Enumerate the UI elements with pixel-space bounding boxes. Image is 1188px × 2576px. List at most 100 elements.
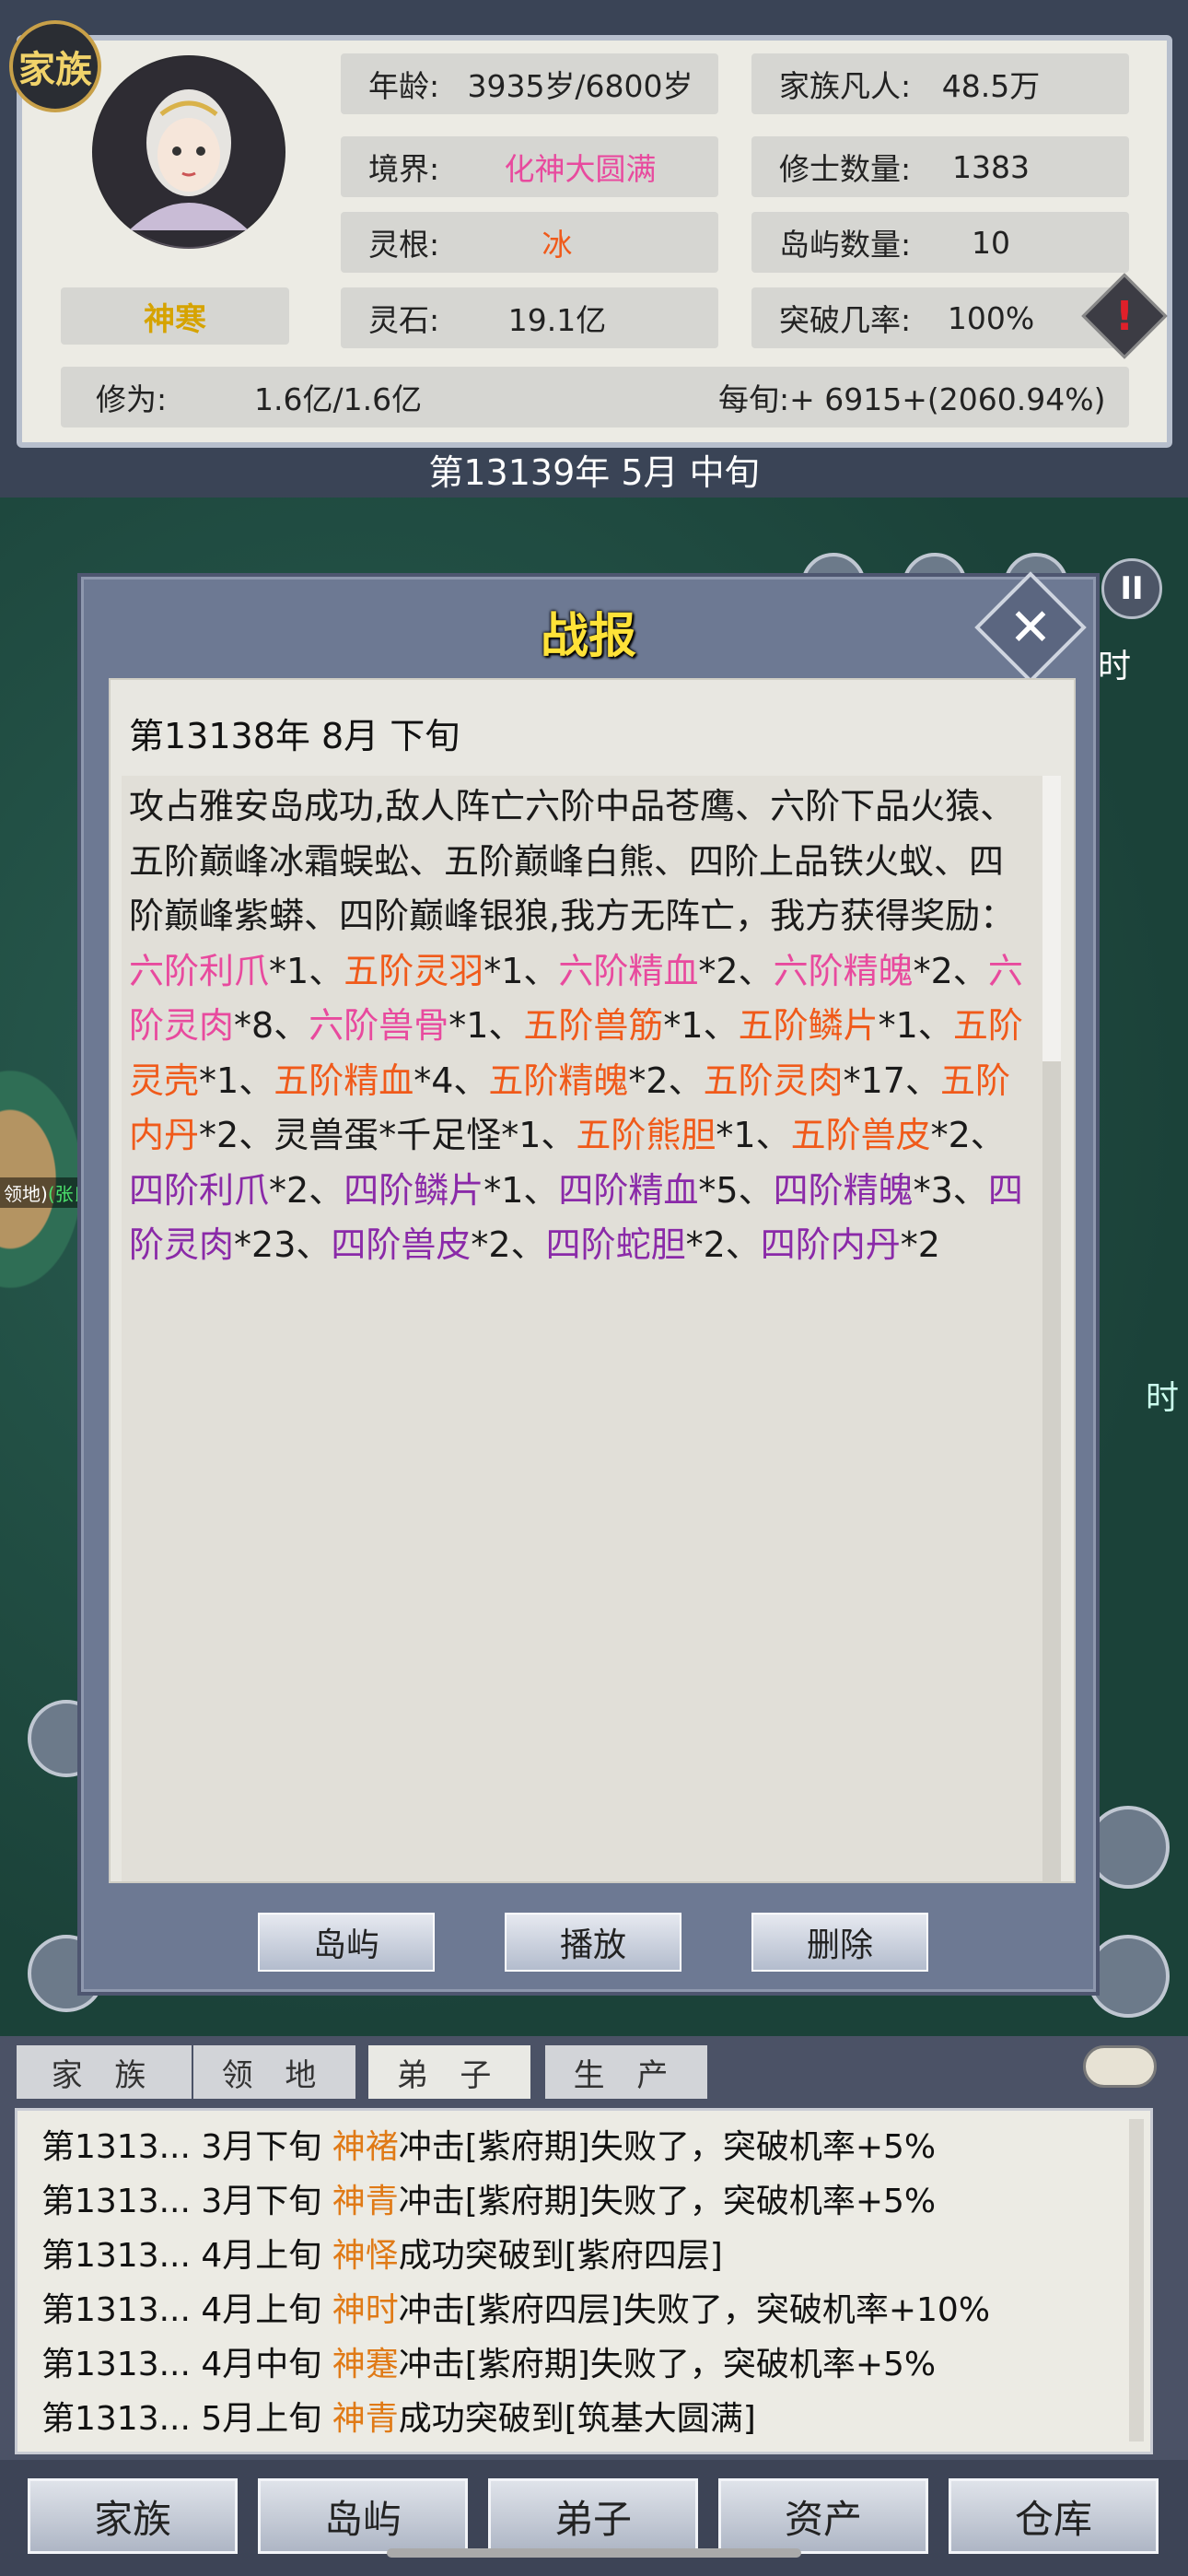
- reward-item: 四阶兽皮: [331, 1224, 472, 1265]
- spirit-stone-stat: 灵石: 19.1亿: [341, 287, 718, 348]
- tab-disciples[interactable]: 弟 子: [368, 2045, 530, 2099]
- report-segment: *23、: [234, 1224, 332, 1265]
- nav-islands[interactable]: 岛屿: [258, 2478, 468, 2554]
- reward-item: 五阶灵肉: [703, 1060, 844, 1101]
- islands-stat: 岛屿数量: 10: [751, 212, 1129, 273]
- cultivation-value: 1.6亿/1.6亿: [254, 381, 423, 417]
- reward-item: 四阶精魄: [773, 1169, 914, 1211]
- mortals-value: 48.5万: [941, 68, 1041, 104]
- character-name[interactable]: 神寒: [61, 287, 289, 345]
- realm-value: 化神大圆满: [504, 151, 657, 187]
- realm-stat: 境界: 化神大圆满: [341, 136, 718, 197]
- reward-item: 五阶兽皮: [790, 1115, 931, 1155]
- reward-item: 四阶蛇胆: [545, 1224, 686, 1265]
- cultivators-value: 1383: [952, 148, 1030, 185]
- spirit-root-stat: 灵根: 冰: [341, 212, 718, 273]
- clan-badge[interactable]: 家族: [9, 20, 101, 112]
- report-segment: *2、: [685, 1224, 761, 1265]
- event-log-list[interactable]: 第1313... 3月下旬 神褚冲击[紫府期]失败了，突破机率+5% 第1313…: [15, 2108, 1153, 2454]
- age-label: 年龄:: [368, 68, 440, 104]
- report-segment: *2、: [628, 1060, 704, 1101]
- nav-assets[interactable]: 资产: [718, 2478, 928, 2554]
- report-segment: *2、: [913, 950, 988, 991]
- report-segment: *2、: [269, 1169, 344, 1211]
- report-segment: *1、: [448, 1005, 524, 1046]
- log-row: 第1313... 4月中旬 神蹇冲击[紫府期]失败了，突破机率+5%: [41, 2346, 937, 2383]
- log-scrollbar[interactable]: [1129, 2119, 1144, 2441]
- character-avatar[interactable]: [92, 55, 285, 249]
- log-row: 第1313... 3月下旬 神青冲击[紫府期]失败了，突破机率+5%: [41, 2183, 937, 2220]
- reward-item: 五阶鳞片: [738, 1005, 879, 1046]
- age-value: 3935岁/6800岁: [467, 68, 693, 104]
- report-segment: *5、: [698, 1169, 774, 1211]
- cultivation-label: 修为:: [96, 381, 168, 417]
- battle-report-dialog: 战报 ✕ 第13138年 8月 下旬 攻占雅安岛成功,敌人阵亡六阶中品苍鹰、六阶…: [77, 571, 1100, 1996]
- report-segment: 攻占雅安岛成功,敌人阵亡六阶中品苍鹰、六阶下品火猿、五阶巅峰冰霜蜈蚣、五阶巅峰白…: [129, 786, 1016, 936]
- log-row: 第1313... 5月上旬 神青成功突破到[筑基大圆满]: [41, 2400, 756, 2438]
- reward-item: 五阶精血: [274, 1060, 414, 1101]
- reward-item: 五阶熊胆: [576, 1115, 716, 1155]
- report-segment: *2: [900, 1224, 940, 1265]
- reward-item: 四阶精血: [558, 1169, 699, 1211]
- report-segment: *1、: [878, 1005, 953, 1046]
- tab-clan[interactable]: 家 族: [17, 2045, 192, 2099]
- report-segment: *1、: [483, 950, 559, 991]
- report-scrollbar[interactable]: [1042, 776, 1061, 1881]
- report-text: 攻占雅安岛成功,敌人阵亡六阶中品苍鹰、六阶下品火猿、五阶巅峰冰霜蜈蚣、五阶巅峰白…: [129, 779, 1033, 1273]
- log-row: 第1313... 4月上旬 神怿成功突破到[紫府四层]: [41, 2237, 723, 2275]
- island-button[interactable]: 岛屿: [258, 1913, 435, 1972]
- reward-item: 五阶精魄: [488, 1060, 629, 1101]
- reward-item: 六阶精魄: [773, 950, 914, 991]
- delete-button[interactable]: 删除: [751, 1913, 928, 1972]
- report-segment: *1、: [199, 1060, 274, 1101]
- report-segment: *2、: [930, 1115, 1006, 1155]
- reward-item: 四阶内丹: [760, 1224, 901, 1265]
- report-panel: 第13138年 8月 下旬 攻占雅安岛成功,敌人阵亡六阶中品苍鹰、六阶下品火猿、…: [109, 678, 1076, 1883]
- tab-production[interactable]: 生 产: [545, 2045, 707, 2099]
- cultivation-stat: 修为: 1.6亿/1.6亿 每旬:+ 6915+(2060.94%): [61, 367, 1129, 427]
- report-body[interactable]: 攻占雅安岛成功,敌人阵亡六阶中品苍鹰、六阶下品火猿、五阶巅峰冰霜蜈蚣、五阶巅峰白…: [122, 776, 1061, 1881]
- reward-item: 四阶利爪: [129, 1169, 270, 1211]
- reward-item: 六阶兽骨: [309, 1005, 449, 1046]
- report-segment: *3、: [913, 1169, 988, 1211]
- report-date: 第13138年 8月 下旬: [129, 716, 460, 756]
- islands-value: 10: [972, 224, 1010, 261]
- reward-item: 五阶兽筋: [523, 1005, 664, 1046]
- spirit-stone-value: 19.1亿: [507, 302, 607, 338]
- mortals-stat: 家族凡人: 48.5万: [751, 53, 1129, 114]
- nav-warehouse[interactable]: 仓库: [949, 2478, 1159, 2554]
- per-period-gain: 每旬:+ 6915+(2060.94%): [718, 381, 1106, 417]
- nav-disciples[interactable]: 弟子: [488, 2478, 698, 2554]
- reward-item: 五阶灵羽: [344, 950, 484, 991]
- report-segment: *4、: [413, 1060, 489, 1101]
- scrollbar-thumb[interactable]: [1042, 776, 1061, 1061]
- age-stat: 年龄: 3935岁/6800岁: [341, 53, 718, 114]
- reward-item: 四阶鳞片: [344, 1169, 484, 1211]
- play-button[interactable]: 播放: [505, 1913, 681, 1972]
- spirit-root-value: 冰: [542, 227, 573, 263]
- breakthrough-stat: 突破几率: 100%: [751, 287, 1129, 348]
- report-segment: *1、: [269, 950, 344, 991]
- cultivators-stat: 修士数量: 1383: [751, 136, 1129, 197]
- report-segment: *2、: [698, 950, 774, 991]
- dialog-title: 战报: [540, 609, 636, 664]
- close-button[interactable]: ✕: [974, 571, 1087, 684]
- report-segment: *17、: [843, 1060, 940, 1101]
- report-segment: *1、: [483, 1169, 559, 1211]
- nav-clan[interactable]: 家族: [28, 2478, 238, 2554]
- close-icon: ✕: [1008, 597, 1053, 658]
- reward-item: 六阶利爪: [129, 950, 270, 991]
- game-date: 第13139年 5月 中旬: [428, 452, 760, 493]
- report-segment: *8、: [234, 1005, 309, 1046]
- reward-item: 六阶精血: [558, 950, 699, 991]
- tab-territory[interactable]: 领 地: [193, 2045, 355, 2099]
- report-segment: *1、: [716, 1115, 791, 1155]
- report-segment: *2、灵兽蛋*千足怪*1、: [199, 1115, 577, 1155]
- time-label: 时: [1146, 1379, 1180, 1417]
- settings-icon[interactable]: [1083, 2045, 1157, 2088]
- report-segment: *2、: [471, 1224, 546, 1265]
- time-label: 时: [1098, 648, 1132, 685]
- pause-button[interactable]: II: [1101, 558, 1162, 619]
- report-segment: *1、: [663, 1005, 739, 1046]
- log-row: 第1313... 4月上旬 神时冲击[紫府四层]失败了，突破机率+10%: [41, 2291, 991, 2329]
